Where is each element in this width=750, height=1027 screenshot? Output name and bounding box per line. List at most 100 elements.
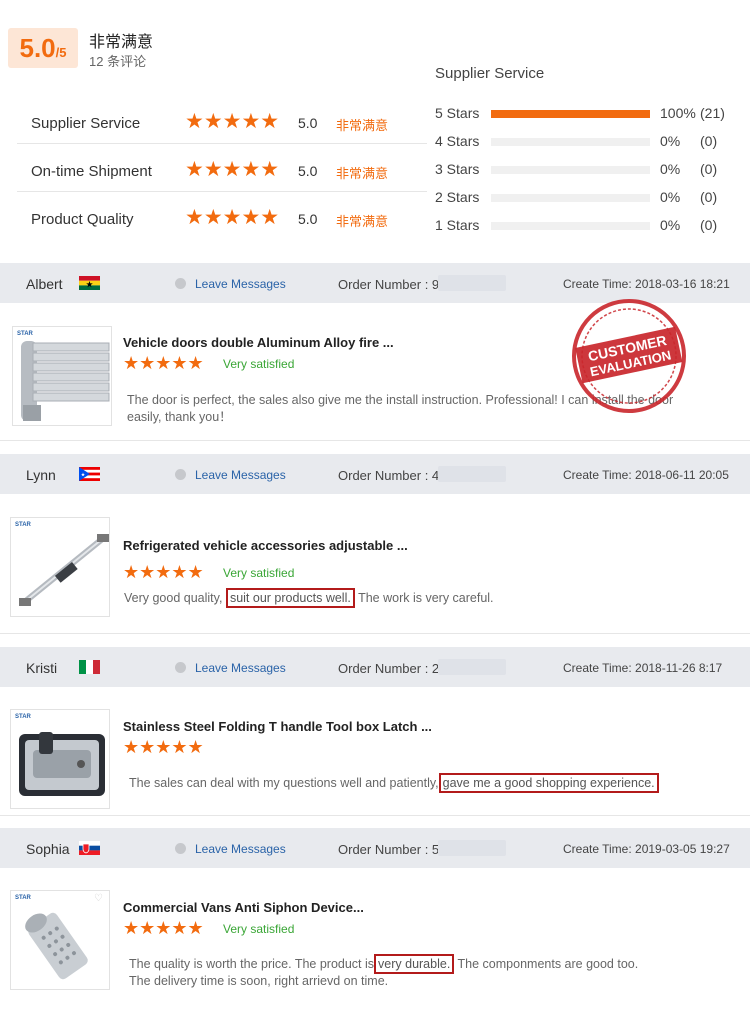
create-time: Create Time: 2018-11-26 8:17 (563, 661, 723, 675)
rating-row-supplier-service: Supplier Service ★★★★★ 5.0 非常满意 (17, 97, 427, 145)
product-thumbnail[interactable]: STAR (10, 709, 110, 809)
create-time: Create Time: 2018-03-16 18:21 (563, 277, 730, 291)
rating-stars: ★★★★★ (185, 158, 280, 181)
roller-door-image (21, 341, 110, 421)
rating-stars: ★★★★★ (185, 110, 280, 133)
review-text-part: The work is very careful. (358, 591, 494, 605)
order-number-blur (438, 659, 506, 675)
overall-score-badge: 5.0/5 (8, 28, 78, 68)
rating-value: 5.0 (298, 211, 318, 227)
review-text: Very good quality, suit our products wel… (124, 588, 494, 608)
distribution-label: 4 Stars (435, 133, 480, 149)
order-number: Order Number : 5 (338, 842, 440, 857)
rating-row-on-time-shipment: On-time Shipment ★★★★★ 5.0 非常满意 (17, 145, 427, 193)
highlighted-text: suit our products well. (225, 588, 355, 608)
cargo-bar-image (19, 534, 109, 606)
reviewer-name: Kristi (26, 660, 58, 676)
distribution-label: 3 Stars (435, 161, 480, 177)
country-flag-icon (79, 467, 100, 481)
overall-score-max: /5 (55, 45, 67, 60)
review-satisfied: Very satisfied (223, 566, 295, 580)
product-thumbnail[interactable]: STAR (10, 517, 110, 617)
review-stars: ★★★★★ (123, 918, 204, 938)
create-time: Create Time: 2019-03-05 19:27 (563, 842, 730, 856)
distribution-count: (21) (700, 105, 725, 121)
rating-text: 非常满意 (336, 118, 389, 133)
review-text: The sales can deal with my questions wel… (129, 773, 659, 793)
order-number: Order Number : 2 (338, 661, 440, 676)
rating-divider (17, 143, 427, 144)
review-stars: ★★★★★ (123, 353, 204, 373)
leave-messages-link[interactable]: Leave Messages (195, 277, 286, 291)
review-text-part: Very good quality, (124, 591, 223, 605)
product-title[interactable]: Refrigerated vehicle accessories adjusta… (123, 538, 408, 553)
distribution-row-5: 5 Stars 100% (21) (435, 105, 735, 125)
distribution-label: 2 Stars (435, 189, 480, 205)
review-separator (0, 633, 750, 634)
leave-messages-link[interactable]: Leave Messages (195, 842, 286, 856)
distribution-count: (0) (700, 161, 718, 177)
distribution-row-3: 3 Stars 0% (0) (435, 161, 735, 181)
distribution-percent: 0% (660, 161, 681, 177)
distribution-bar (491, 166, 650, 174)
anti-siphon-image (25, 912, 88, 980)
leave-messages-link[interactable]: Leave Messages (195, 661, 286, 675)
country-flag-icon (79, 276, 100, 290)
distribution-bar (491, 138, 650, 146)
message-icon (175, 662, 186, 673)
overall-satisfaction: 非常满意 (89, 34, 154, 51)
rating-value: 5.0 (298, 115, 318, 131)
review-count: 12 条评论 (89, 54, 147, 69)
rating-row-product-quality: Product Quality ★★★★★ 5.0 非常满意 (17, 193, 427, 241)
leave-messages-link[interactable]: Leave Messages (195, 468, 286, 482)
rating-stars: ★★★★★ (185, 206, 280, 229)
distribution-row-1: 1 Stars 0% (0) (435, 217, 735, 237)
product-thumbnail[interactable]: STAR ♡ (10, 890, 110, 990)
highlighted-text: very durable. (374, 954, 455, 974)
rating-text: 非常满意 (336, 214, 389, 229)
review-satisfied: Very satisfied (223, 922, 295, 936)
review-separator (0, 815, 750, 816)
create-time: Create Time: 2018-06-11 20:05 (563, 468, 729, 482)
rating-label: Product Quality (31, 211, 134, 228)
review-text: The quality is worth the price. The prod… (129, 954, 638, 990)
product-title[interactable]: Stainless Steel Folding T handle Tool bo… (123, 719, 432, 734)
rating-label: Supplier Service (31, 115, 141, 132)
review-stars: ★★★★★ (123, 562, 204, 582)
distribution-bar (491, 194, 650, 202)
latch-image (19, 732, 105, 796)
product-thumbnail[interactable]: STAR (12, 326, 112, 426)
reviewer-name: Lynn (26, 467, 56, 483)
distribution-bar (491, 110, 650, 118)
message-icon (175, 278, 186, 289)
reviewer-name: Albert (26, 276, 63, 292)
distribution-percent: 0% (660, 217, 681, 233)
distribution-title: Supplier Service (435, 65, 545, 82)
product-title[interactable]: Vehicle doors double Aluminum Alloy fire… (123, 335, 394, 350)
country-flag-icon (79, 660, 100, 674)
review-header: Sophia Leave Messages Order Number : 5 C… (0, 828, 750, 868)
country-flag-icon (79, 841, 100, 855)
distribution-bar (491, 222, 650, 230)
rating-divider (17, 191, 427, 192)
distribution-label: 5 Stars (435, 105, 480, 121)
distribution-percent: 0% (660, 133, 681, 149)
message-icon (175, 843, 186, 854)
order-number: Order Number : 9 (338, 277, 440, 292)
distribution-bar-fill (491, 110, 650, 118)
order-number-blur (438, 275, 506, 291)
distribution-count: (0) (700, 217, 718, 233)
order-number-blur (438, 466, 506, 482)
distribution-percent: 100% (660, 105, 696, 121)
review-satisfied: Very satisfied (223, 357, 295, 371)
rating-value: 5.0 (298, 163, 318, 179)
product-title[interactable]: Commercial Vans Anti Siphon Device... (123, 900, 364, 915)
review-separator (0, 440, 750, 441)
review-header: Lynn Leave Messages Order Number : 4 Cre… (0, 454, 750, 494)
review-stars: ★★★★★ (123, 737, 204, 757)
distribution-label: 1 Stars (435, 217, 480, 233)
review-text-part: The quality is worth the price. The prod… (129, 957, 375, 971)
rating-text: 非常满意 (336, 166, 389, 181)
customer-evaluation-stamp: CUSTOMER EVALUATION (572, 299, 686, 413)
message-icon (175, 469, 186, 480)
